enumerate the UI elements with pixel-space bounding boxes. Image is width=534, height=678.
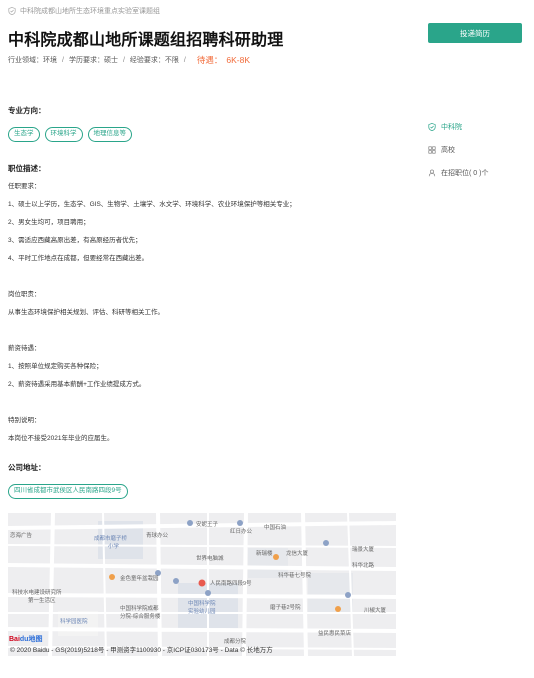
open-positions[interactable]: 在招职位( 0 )个: [428, 168, 488, 178]
tag-environment[interactable]: 环境科学: [44, 127, 83, 142]
logo-prefix: Bai: [9, 636, 20, 643]
location-map[interactable]: 成都市磨子桥 小学 中国科学院 实验幼儿园 科学园医院 安妮王子 红日办公 中国…: [8, 513, 396, 656]
address-tag[interactable]: 四川省成都市武侯区人民南路四段9号: [8, 484, 128, 499]
map-label: 中国科学院: [188, 601, 216, 607]
desc-line: [8, 273, 408, 291]
map-label: 川椒大厦: [364, 608, 387, 614]
map-label: 科华北路: [352, 563, 375, 569]
baidu-map-logo[interactable]: Baidu地图: [9, 634, 42, 644]
map-label: 人民南路四段9号: [210, 581, 252, 587]
desc-line: 1、按照单位规定购买各种保险；: [8, 363, 103, 370]
meta-divider: /: [62, 56, 64, 64]
map-label: 青球办公: [146, 533, 169, 539]
map-label: 龙信大厦: [286, 551, 309, 557]
map-label: 实验幼儿园: [188, 609, 216, 615]
map-label: 红日办公: [230, 529, 253, 535]
map-label: 金色童年盆栽园: [120, 576, 159, 582]
map-label: 小学: [108, 544, 120, 550]
desc-line: 2、薪资待遇采用基本薪酬+工作业绩提成方式。: [8, 381, 146, 388]
company-type-label: 高校: [441, 147, 455, 154]
apply-button[interactable]: 投递简历: [428, 23, 522, 43]
breadcrumb-text: 中科院成都山地所生态环境重点实验室课题组: [20, 8, 160, 15]
map-label: 分院-综合服务楼: [120, 614, 161, 620]
salary-label: 待遇：: [196, 55, 223, 65]
job-meta: 行业领域：环境 / 学历要求：硕士 / 经验要求：不限 / 待遇： 6K-8K: [8, 54, 250, 66]
description-title: 职位描述：: [8, 164, 46, 173]
logo-suffix: du地图: [19, 636, 43, 643]
map-label: 磨子巷2号院: [270, 605, 301, 611]
direction-title: 专业方向：: [8, 106, 46, 115]
desc-line: 岗位职责：: [8, 291, 41, 298]
job-description: 任职要求： 1、硕士以上学历，生态学、GIS、生物学、土壤学、水文学、环境科学、…: [8, 183, 408, 453]
company-name[interactable]: 中科院: [428, 122, 462, 132]
map-copyright: © 2020 Baidu - GS(2019)5218号 - 甲测资字11009…: [10, 647, 273, 654]
shield-check-icon: [8, 7, 16, 15]
desc-line: [8, 327, 408, 345]
desc-line: 2、男女生均可，项目聘用；: [8, 219, 90, 226]
map-label: 瑞景大厦: [352, 547, 375, 553]
map-label: 恋海广告: [10, 533, 33, 539]
experience: 经验要求：不限: [129, 57, 179, 64]
map-label: 益民惠民菜店: [318, 631, 352, 637]
tag-ecology[interactable]: 生态学: [8, 127, 40, 142]
map-label: 第一生活区: [28, 598, 56, 604]
desc-line: 从事生态环境保护相关规划、评估、科研等相关工作。: [8, 309, 164, 316]
desc-line: [8, 399, 408, 417]
address-title: 公司地址：: [8, 463, 46, 472]
meta-divider: /: [122, 56, 125, 64]
map-label: 安妮王子: [196, 522, 219, 528]
grid-icon: [428, 146, 436, 154]
map-label: 科学园医院: [60, 619, 88, 625]
desc-line: 3、需适应西藏高原出差，有高原经历者优先；: [8, 237, 142, 244]
open-positions-label: 在招职位( 0 )个: [441, 170, 489, 177]
shield-check-icon: [428, 123, 436, 131]
map-label: 世界电脑城: [196, 556, 224, 562]
desc-line: 本岗位不接受2021年毕业的应届生。: [8, 435, 114, 442]
map-label: 新瑞楼: [256, 551, 273, 557]
map-label: 中国科学院成都: [120, 606, 159, 612]
job-title: 中科院成都山地所课题组招聘科研助理: [8, 32, 284, 49]
industry: 行业领域：环境: [8, 57, 57, 64]
desc-line: 特别说明：: [8, 417, 41, 424]
map-label: 科技水电建设研究所: [12, 590, 62, 596]
desc-line: 任职要求：: [8, 183, 41, 190]
education: 学历要求：硕士: [68, 57, 118, 64]
company-label: 中科院: [441, 124, 462, 131]
map-label: 中国石油: [264, 525, 287, 531]
company-type: 高校: [428, 145, 455, 155]
map-label: 成都市磨子桥: [94, 536, 128, 542]
desc-line: 4、平时工作地点在成都，但要经常在西藏出差。: [8, 255, 149, 262]
desc-line: 1、硕士以上学历，生态学、GIS、生物学、土壤学、水文学、环境科学、农业环境保护…: [8, 201, 296, 208]
desc-line: 薪资待遇：: [8, 345, 41, 352]
breadcrumb: 中科院成都山地所生态环境重点实验室课题组: [8, 6, 160, 16]
map-label: 科华巷七号院: [278, 573, 312, 579]
user-icon: [428, 169, 436, 177]
direction-tags: 生态学 环境科学 地理信息等: [8, 127, 132, 142]
tag-gis[interactable]: 地理信息等: [87, 127, 132, 142]
meta-divider: /: [183, 56, 186, 64]
salary-value: 6K-8K: [226, 55, 250, 65]
